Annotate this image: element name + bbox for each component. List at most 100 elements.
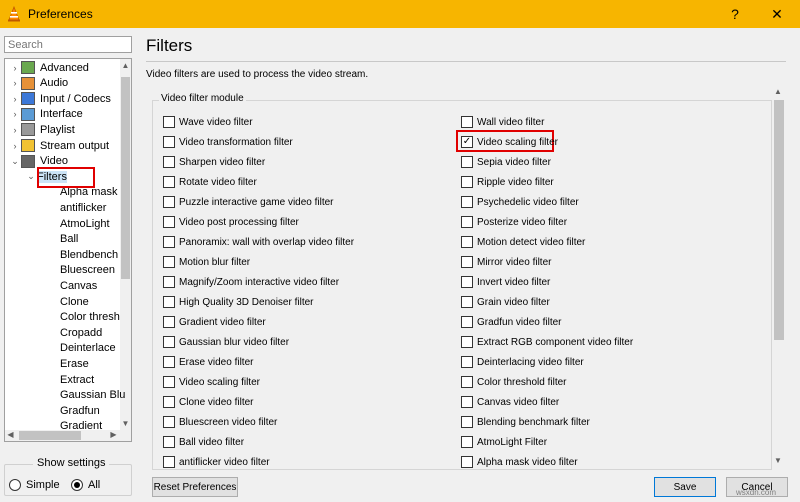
- checkbox-icon[interactable]: [163, 236, 175, 248]
- tree-item-erase[interactable]: Erase: [60, 356, 89, 371]
- checkbox-icon[interactable]: [163, 276, 175, 288]
- checkbox-icon[interactable]: [461, 316, 473, 328]
- chevron-down-icon[interactable]: ⌄: [25, 171, 37, 182]
- filter-checkbox-panoramix-wall-with-overlap-video-filter[interactable]: Panoramix: wall with overlap video filte…: [163, 235, 354, 249]
- radio-all-indicator[interactable]: [71, 479, 83, 491]
- checkbox-icon[interactable]: [163, 316, 175, 328]
- tree-item-extract[interactable]: Extract: [60, 372, 94, 387]
- tree-item-ball[interactable]: Ball: [60, 232, 78, 247]
- filter-checkbox-gradient-video-filter[interactable]: Gradient video filter: [163, 315, 266, 329]
- checkbox-icon[interactable]: [461, 416, 473, 428]
- radio-all[interactable]: All: [71, 479, 100, 491]
- checkbox-icon[interactable]: [163, 116, 175, 128]
- filter-checkbox-sepia-video-filter[interactable]: Sepia video filter: [461, 155, 551, 169]
- checkbox-icon[interactable]: [163, 436, 175, 448]
- scroll-up-icon[interactable]: ▲: [774, 87, 782, 96]
- main-vertical-scrollbar[interactable]: ▲ ▼: [772, 86, 786, 466]
- radio-simple[interactable]: Simple: [9, 479, 60, 491]
- filter-checkbox-blending-benchmark-filter[interactable]: Blending benchmark filter: [461, 415, 590, 429]
- tree-item-antiflicker[interactable]: antiflicker: [60, 200, 106, 215]
- scroll-thumb[interactable]: [774, 100, 784, 340]
- chevron-down-icon[interactable]: ⌄: [9, 156, 21, 167]
- tree-item-playlist[interactable]: › Playlist: [9, 122, 75, 137]
- reset-preferences-button[interactable]: Reset Preferences: [152, 477, 238, 497]
- filter-checkbox-motion-detect-video-filter[interactable]: Motion detect video filter: [461, 235, 585, 249]
- checkbox-icon[interactable]: [163, 336, 175, 348]
- checkbox-icon[interactable]: [461, 336, 473, 348]
- filter-checkbox-puzzle-interactive-game-video-filter[interactable]: Puzzle interactive game video filter: [163, 195, 334, 209]
- filter-checkbox-invert-video-filter[interactable]: Invert video filter: [461, 275, 550, 289]
- filter-checkbox-erase-video-filter[interactable]: Erase video filter: [163, 355, 253, 369]
- checkbox-icon[interactable]: [163, 416, 175, 428]
- checkbox-icon[interactable]: [163, 456, 175, 468]
- scroll-down-icon[interactable]: ▼: [774, 456, 782, 465]
- tree-item-interface[interactable]: › Interface: [9, 107, 83, 122]
- filter-checkbox-wall-video-filter[interactable]: Wall video filter: [461, 115, 544, 129]
- chevron-right-icon[interactable]: ›: [9, 78, 21, 88]
- checkbox-checked-icon[interactable]: ✓: [461, 136, 473, 148]
- filter-checkbox-rotate-video-filter[interactable]: Rotate video filter: [163, 175, 257, 189]
- checkbox-icon[interactable]: [461, 376, 473, 388]
- filter-checkbox-video-scaling-filter[interactable]: ✓ Video scaling filter: [461, 135, 558, 149]
- tree-item-audio[interactable]: › Audio: [9, 76, 68, 91]
- filter-checkbox-ball-video-filter[interactable]: Ball video filter: [163, 435, 244, 449]
- checkbox-icon[interactable]: [163, 156, 175, 168]
- filter-checkbox-antiflicker-video-filter[interactable]: antiflicker video filter: [163, 455, 270, 469]
- filter-checkbox-video-post-processing-filter[interactable]: Video post processing filter: [163, 215, 299, 229]
- checkbox-icon[interactable]: [461, 196, 473, 208]
- filter-checkbox-grain-video-filter[interactable]: Grain video filter: [461, 295, 550, 309]
- filter-checkbox-atmolight-filter[interactable]: AtmoLight Filter: [461, 435, 547, 449]
- category-tree[interactable]: ▲ ▼ ◀ ▶ › Advanced › Audio › Input / Codecs › I…: [4, 58, 132, 442]
- filter-checkbox-gradfun-video-filter[interactable]: Gradfun video filter: [461, 315, 562, 329]
- scroll-up-icon[interactable]: ▲: [120, 61, 131, 73]
- tree-item-canvas[interactable]: Canvas: [60, 278, 97, 293]
- tree-item-deinterlace[interactable]: Deinterlace: [60, 341, 116, 356]
- checkbox-icon[interactable]: [461, 216, 473, 228]
- filter-checkbox-gaussian-blur-video-filter[interactable]: Gaussian blur video filter: [163, 335, 289, 349]
- checkbox-icon[interactable]: [461, 436, 473, 448]
- save-button[interactable]: Save: [654, 477, 716, 497]
- filter-checkbox-wave-video-filter[interactable]: Wave video filter: [163, 115, 253, 129]
- checkbox-icon[interactable]: [461, 256, 473, 268]
- filter-checkbox-video-transformation-filter[interactable]: Video transformation filter: [163, 135, 293, 149]
- tree-item-gradfun[interactable]: Gradfun: [60, 403, 100, 418]
- checkbox-icon[interactable]: [461, 156, 473, 168]
- chevron-right-icon[interactable]: ›: [9, 94, 21, 104]
- filter-checkbox-clone-video-filter[interactable]: Clone video filter: [163, 395, 253, 409]
- search-input[interactable]: [4, 36, 132, 53]
- tree-vertical-scrollbar[interactable]: ▲ ▼: [120, 59, 131, 431]
- checkbox-icon[interactable]: [163, 296, 175, 308]
- chevron-right-icon[interactable]: ›: [9, 141, 21, 151]
- checkbox-icon[interactable]: [461, 296, 473, 308]
- scroll-right-icon[interactable]: ▶: [108, 430, 119, 441]
- scroll-thumb[interactable]: [121, 77, 130, 279]
- tree-item-color-thresh[interactable]: Color thresh: [60, 310, 120, 325]
- checkbox-icon[interactable]: [461, 236, 473, 248]
- tree-item-cropadd[interactable]: Cropadd: [60, 325, 102, 340]
- tree-item-advanced[interactable]: › Advanced: [9, 60, 89, 75]
- checkbox-icon[interactable]: [163, 136, 175, 148]
- filter-checkbox-posterize-video-filter[interactable]: Posterize video filter: [461, 215, 567, 229]
- tree-item-blendbench[interactable]: Blendbench: [60, 247, 118, 262]
- checkbox-icon[interactable]: [461, 456, 473, 468]
- checkbox-icon[interactable]: [461, 396, 473, 408]
- checkbox-icon[interactable]: [163, 196, 175, 208]
- checkbox-icon[interactable]: [163, 396, 175, 408]
- checkbox-icon[interactable]: [461, 356, 473, 368]
- filter-checkbox-mirror-video-filter[interactable]: Mirror video filter: [461, 255, 551, 269]
- tree-item-input-codecs[interactable]: › Input / Codecs: [9, 91, 111, 106]
- tree-item-stream-output[interactable]: › Stream output: [9, 138, 109, 153]
- checkbox-icon[interactable]: [461, 116, 473, 128]
- chevron-right-icon[interactable]: ›: [9, 125, 21, 135]
- filter-checkbox-sharpen-video-filter[interactable]: Sharpen video filter: [163, 155, 265, 169]
- scroll-left-icon[interactable]: ◀: [5, 430, 16, 441]
- filter-checkbox-extract-rgb-component-video-filter[interactable]: Extract RGB component video filter: [461, 335, 633, 349]
- filter-checkbox-high-quality-3d-denoiser-filter[interactable]: High Quality 3D Denoiser filter: [163, 295, 314, 309]
- checkbox-icon[interactable]: [163, 176, 175, 188]
- filter-checkbox-ripple-video-filter[interactable]: Ripple video filter: [461, 175, 554, 189]
- checkbox-icon[interactable]: [163, 256, 175, 268]
- filter-checkbox-video-scaling-filter[interactable]: Video scaling filter: [163, 375, 260, 389]
- radio-simple-indicator[interactable]: [9, 479, 21, 491]
- help-button[interactable]: ?: [712, 0, 758, 28]
- close-button[interactable]: ✕: [754, 0, 800, 28]
